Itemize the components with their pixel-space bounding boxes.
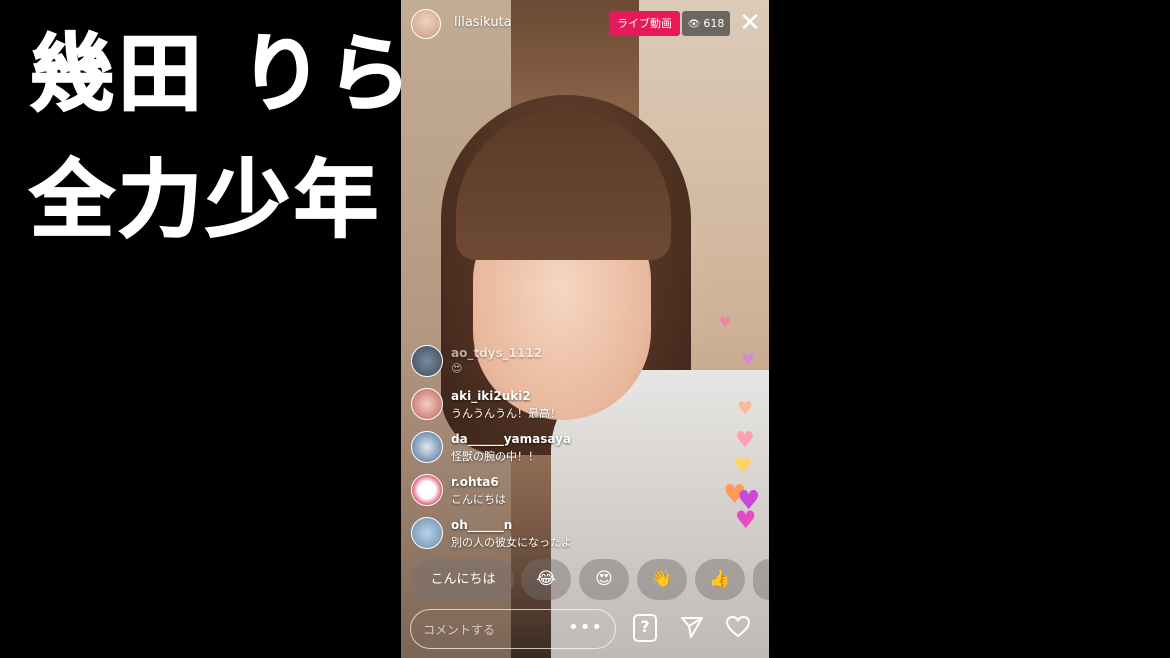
commenter-name[interactable]: da______yamasaya xyxy=(451,432,571,446)
comment-placeholder: コメントする xyxy=(423,623,496,637)
send-icon[interactable] xyxy=(679,614,705,640)
question-icon[interactable]: ? xyxy=(633,614,657,642)
commenter-name[interactable]: oh______n xyxy=(451,518,512,532)
commenter-avatar[interactable] xyxy=(411,474,443,506)
comment-text: こんにちは xyxy=(451,493,506,506)
comment-item: r.ohta6 こんにちは xyxy=(411,473,661,516)
heart-icon: ♥ xyxy=(735,506,757,534)
comment-text: 別の人の彼女になったよ xyxy=(451,536,572,549)
heart-like-icon[interactable] xyxy=(725,614,751,640)
live-stream-view: lilasikuta ライブ動画 👁 618 ✕ ao_tdys_1112 😍 a… xyxy=(401,0,769,658)
comment-item: ao_tdys_1112 😍 xyxy=(411,344,661,387)
viewer-count-badge[interactable]: 👁 618 xyxy=(682,11,730,36)
comment-item: aki_iki2uki2 うんうんうん！最高！ xyxy=(411,387,661,430)
commenter-name[interactable]: ao_tdys_1112 xyxy=(451,346,542,360)
more-options-icon[interactable]: ••• xyxy=(568,617,603,638)
comment-input[interactable]: コメントする ••• xyxy=(410,609,616,649)
live-badge: ライブ動画 xyxy=(609,11,680,36)
comment-item: da______yamasaya 怪獣の腕の中！！ xyxy=(411,430,661,473)
heart-icon: ♥ xyxy=(733,454,753,479)
commenter-name[interactable]: r.ohta6 xyxy=(451,475,499,489)
quick-reaction-wave[interactable]: 👋 xyxy=(637,559,687,600)
title-song: 全力少年 xyxy=(29,151,383,249)
quick-reaction-thumbs-up[interactable]: 👍 xyxy=(695,559,745,600)
commenter-name[interactable]: aki_iki2uki2 xyxy=(451,389,531,403)
commenter-avatar[interactable] xyxy=(411,517,443,549)
viewer-count: 618 xyxy=(703,17,725,30)
commenter-avatar[interactable] xyxy=(411,388,443,420)
eye-icon: 👁 xyxy=(687,19,701,30)
commenter-avatar[interactable] xyxy=(411,431,443,463)
heart-icon: ♥ xyxy=(735,428,755,453)
host-username[interactable]: lilasikuta xyxy=(454,15,512,30)
title-artist: 幾田 りら xyxy=(29,25,416,123)
quick-reaction-heart-eyes[interactable]: 😍 xyxy=(579,559,629,600)
close-icon[interactable]: ✕ xyxy=(738,10,762,36)
quick-reaction-more[interactable] xyxy=(753,559,769,600)
heart-icon: ♥ xyxy=(737,398,754,419)
heart-icon: ♥ xyxy=(719,315,732,331)
comment-text: 怪獣の腕の中！！ xyxy=(451,450,539,463)
comment-list: ao_tdys_1112 😍 aki_iki2uki2 うんうんうん！最高！ d… xyxy=(411,344,661,559)
commenter-avatar[interactable] xyxy=(411,345,443,377)
host-avatar[interactable] xyxy=(411,9,441,39)
comment-item: oh______n 別の人の彼女になったよ xyxy=(411,516,661,559)
quick-reaction-greeting[interactable]: こんにちは xyxy=(412,559,514,600)
quick-reaction-laugh[interactable]: 😂 xyxy=(521,559,571,600)
comment-text: うんうんうん！最高！ xyxy=(451,407,561,420)
heart-icon: ♥ xyxy=(741,350,756,369)
comment-text: 😍 xyxy=(451,362,463,375)
